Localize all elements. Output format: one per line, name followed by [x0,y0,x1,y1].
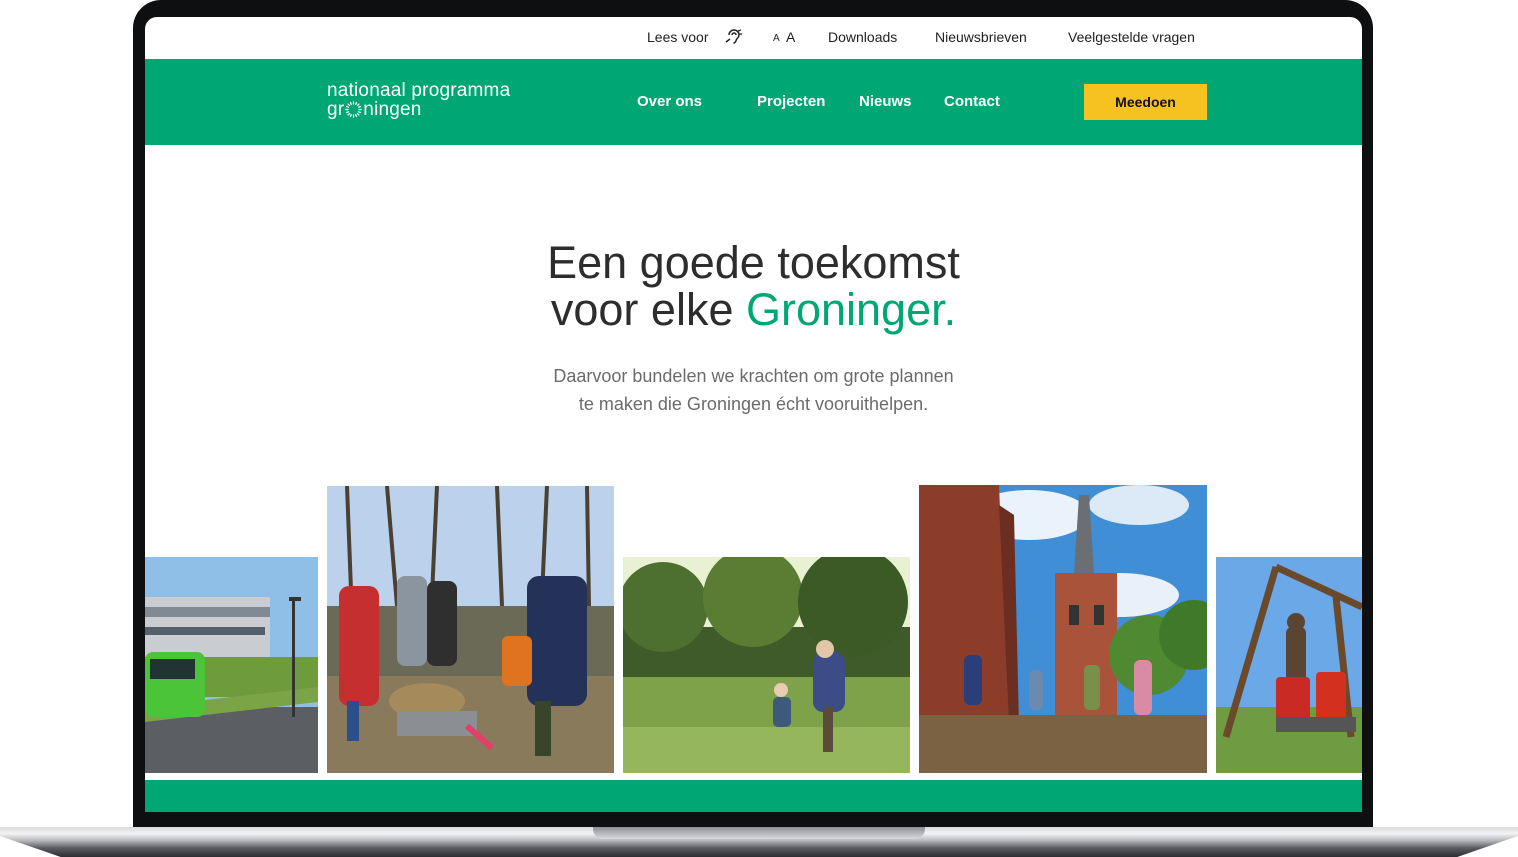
website-screen: Lees voor A A Downloads Nieuwsbrieven Ve… [145,17,1362,812]
sun-icon [345,101,363,118]
nav-contact[interactable]: Contact [944,93,1000,110]
utility-bar: Lees voor A A Downloads Nieuwsbrieven Ve… [145,17,1362,59]
nav-over-ons[interactable]: Over ons [637,93,702,110]
photo-wooden-statue [1216,557,1362,773]
hero-title: Een goede toekomst voor elke Groninger. [145,239,1362,333]
logo-text-start: gr [327,99,345,120]
newsletters-link[interactable]: Nieuwsbrieven [935,29,1027,45]
logo-text-end: ningen [363,99,422,120]
hero-title-line-2: voor elke Groninger. [145,286,1362,333]
hero-title-start: voor elke [550,284,746,335]
nav-projecten[interactable]: Projecten [757,93,825,110]
photo-grandfather-child [623,557,910,773]
read-aloud-link[interactable]: Lees voor [647,29,708,45]
hero-subtitle-line-1: Daarvoor bundelen we krachten om grote p… [553,366,954,386]
ear-icon[interactable] [725,28,743,46]
nav-nieuws[interactable]: Nieuws [859,93,912,110]
downloads-link[interactable]: Downloads [828,29,897,45]
site-logo[interactable]: nationaal programma gr ningen [327,81,510,119]
footer-band [145,780,1362,812]
text-size-small-button[interactable]: A [773,33,780,44]
logo-line-2: gr ningen [327,100,510,119]
logo-line-1: nationaal programma [327,80,511,101]
hero-title-line-1: Een goede toekomst [547,237,960,288]
photo-volunteers-garden [327,486,614,773]
hero-subtitle-line-2: te maken die Groningen écht vooruithelpe… [578,394,929,414]
hero-subtitle: Daarvoor bundelen we krachten om grote p… [145,362,1362,418]
hero-title-highlight: Groninger. [745,284,957,335]
faq-link[interactable]: Veelgestelde vragen [1068,29,1195,45]
meedoen-button[interactable]: Meedoen [1084,84,1207,120]
photo-church-tower [919,485,1207,773]
laptop-notch [593,827,925,839]
photo-shuttle-bus [145,557,318,773]
main-nav: nationaal programma gr ningen Over ons P… [145,59,1362,145]
text-size-large-button[interactable]: A [786,29,795,45]
